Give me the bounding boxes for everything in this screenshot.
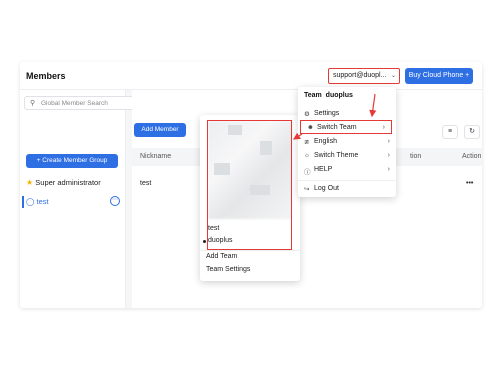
menu-item-label: Settings [314, 110, 340, 117]
help-icon: ⓘ [304, 169, 311, 176]
chevron-right-icon: › [387, 138, 390, 145]
menu-item-label: HELP [314, 166, 333, 173]
menu-item-label: English [314, 138, 337, 145]
chevron-right-icon: › [387, 152, 390, 159]
create-member-group-button[interactable]: + Create Member Group [26, 154, 118, 168]
menu-item-settings[interactable]: ⚙ Settings [298, 107, 396, 121]
refresh-icon[interactable]: ↻ [464, 125, 480, 139]
current-team-label: Team duoplus [304, 92, 353, 99]
submenu-divider [200, 250, 300, 251]
logout-icon: ↪ [304, 186, 310, 193]
account-dropdown-button[interactable]: support@duopl... ⌄ [328, 68, 400, 84]
top-bar: Members support@duopl... ⌄ Buy Cloud Pho… [20, 62, 482, 90]
search-placeholder: Global Member Search [41, 100, 108, 107]
team-name: duoplus [325, 92, 353, 99]
menu-item-help[interactable]: ⓘ HELP › [298, 163, 396, 177]
language-icon: ≇ [304, 139, 310, 146]
column-header-action: Action [462, 153, 482, 160]
chevron-right-icon: › [387, 166, 390, 173]
menu-divider [298, 180, 396, 181]
user-icon: ◯ [26, 197, 35, 206]
menu-item-label: Switch Team [317, 124, 357, 131]
menu-item-switch-theme[interactable]: ☼ Switch Theme › [298, 149, 396, 163]
buy-cloud-phone-button[interactable]: Buy Cloud Phone + [405, 68, 473, 84]
gear-icon: ⚙ [304, 111, 310, 118]
menu-item-english[interactable]: ≇ English › [298, 135, 396, 149]
account-label: support@duopl... [333, 72, 387, 79]
star-icon: ★ [26, 178, 34, 187]
group-label: Super administrator [35, 178, 101, 187]
search-icon: ⚲ [30, 100, 36, 107]
member-group-sidebar: ⚲ Global Member Search + Create Member G… [20, 90, 152, 308]
annotation-highlight-box [207, 120, 292, 250]
group-item-super-administrator[interactable]: ★ Super administrator [26, 178, 101, 187]
page-title: Members [26, 71, 66, 81]
table-row-nickname: test [140, 180, 152, 187]
add-member-button[interactable]: Add Member [134, 123, 186, 137]
menu-item-label: Log Out [314, 185, 339, 192]
menu-item-switch-team[interactable]: ☻ Switch Team › [300, 120, 392, 134]
team-icon: ☻ [307, 124, 314, 131]
add-team-link[interactable]: Add Team [206, 253, 237, 260]
current-team-bullet-icon [203, 240, 206, 243]
selected-indicator [22, 196, 24, 208]
group-item-test[interactable]: ◯ test [22, 196, 49, 208]
filter-settings-icon[interactable]: ≡ [442, 125, 458, 139]
menu-item-log-out[interactable]: ↪ Log Out [298, 182, 396, 196]
account-menu: Team duoplus ⚙ Settings ☻ Switch Team › … [298, 87, 396, 197]
menu-item-label: Switch Theme [314, 152, 359, 159]
sun-icon: ☼ [304, 152, 310, 159]
group-label: test [36, 197, 49, 206]
team-prefix: Team [304, 92, 322, 99]
chevron-down-icon: ⌄ [390, 73, 396, 79]
column-header-partial: tion [410, 153, 422, 160]
column-header-nickname: Nickname [140, 153, 172, 160]
chevron-right-icon: › [382, 124, 385, 131]
team-settings-link[interactable]: Team Settings [206, 266, 250, 273]
row-action-more-button[interactable]: ••• [466, 180, 473, 187]
group-more-icon[interactable]: ⋯ [110, 196, 120, 206]
